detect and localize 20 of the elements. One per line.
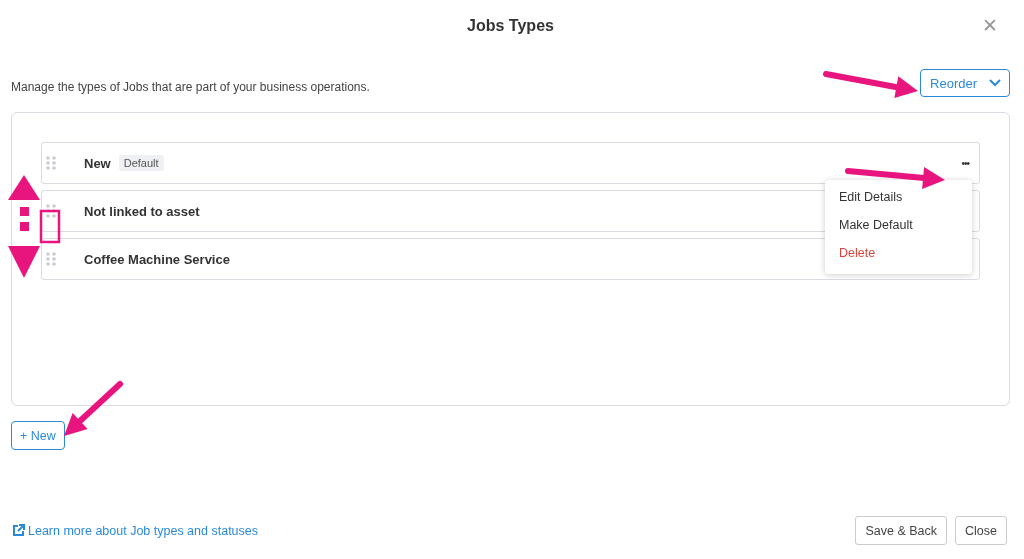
job-type-name: Coffee Machine Service xyxy=(84,251,230,267)
reorder-button[interactable]: Reorder xyxy=(920,69,1010,97)
job-type-name: Not linked to asset xyxy=(84,203,200,219)
chevron-down-icon xyxy=(989,79,1001,87)
annotation-arrow xyxy=(64,381,123,436)
drag-handle-icon[interactable] xyxy=(46,204,56,218)
footer-button[interactable]: Save & Back xyxy=(855,516,948,545)
external-link-icon xyxy=(12,524,25,537)
drag-handle-icon[interactable] xyxy=(46,252,56,266)
more-button[interactable]: ••• xyxy=(961,157,969,169)
drag-handle-icon[interactable] xyxy=(46,156,56,170)
menu-item[interactable]: Delete xyxy=(825,241,972,269)
default-badge: Default xyxy=(118,155,164,171)
description-text: Manage the types of Jobs that are part of your business operations. xyxy=(11,80,370,96)
dialog-title: Jobs Types xyxy=(467,17,554,35)
highlight-frame xyxy=(39,209,61,244)
help-link[interactable]: Learn more about Job types and statuses xyxy=(12,523,258,538)
new-button[interactable]: + New xyxy=(11,421,65,450)
job-type-name: New xyxy=(84,155,111,171)
footer-button[interactable]: Close xyxy=(955,516,1007,545)
